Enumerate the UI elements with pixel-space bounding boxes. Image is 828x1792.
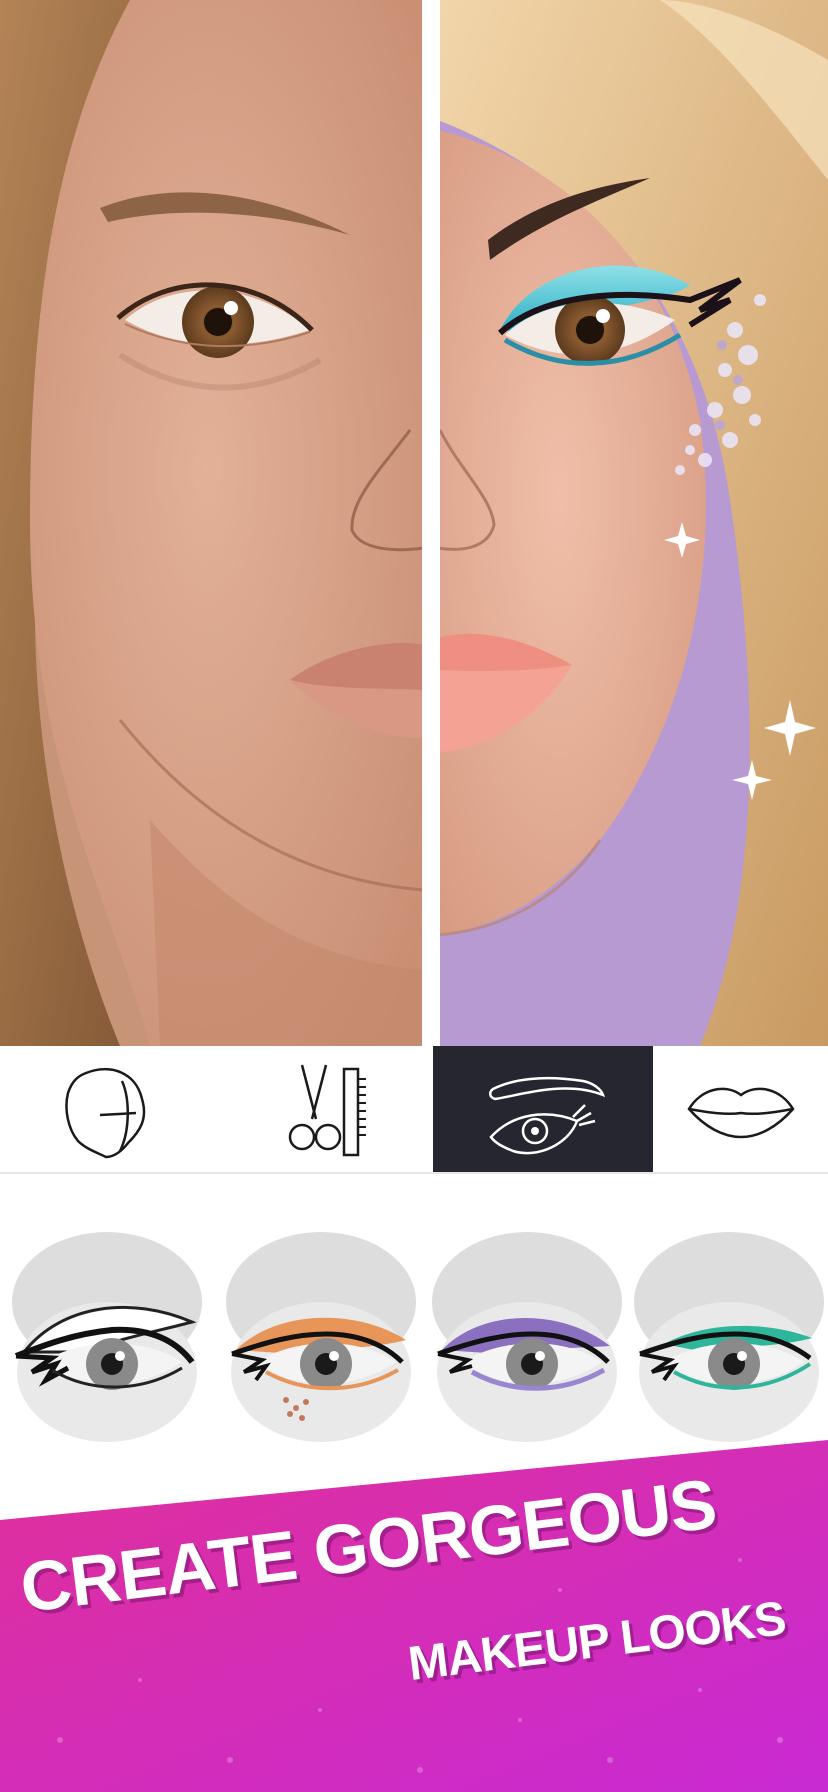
eye-preset-image (634, 1222, 824, 1462)
before-after-face (0, 0, 828, 1046)
tab-face[interactable] (0, 1046, 211, 1172)
face-shape-icon (64, 1068, 145, 1159)
tab-lips[interactable] (653, 1046, 828, 1172)
eye-preset-image (432, 1222, 622, 1462)
scissors-comb-icon (288, 1064, 366, 1157)
preset-purple-glitter[interactable] (432, 1222, 622, 1462)
lips-icon (686, 1087, 795, 1139)
eye-preset-image (12, 1222, 202, 1462)
preset-teal-shadow[interactable] (634, 1222, 824, 1462)
before-after-divider[interactable] (422, 0, 440, 1046)
face-illustration (0, 0, 828, 1046)
eye-brow-icon (489, 1076, 606, 1155)
eye-preset-image (226, 1222, 416, 1462)
preset-orange-glitter[interactable] (226, 1222, 416, 1462)
tab-hair[interactable] (211, 1046, 433, 1172)
promo-banner: CREATE GORGEOUS MAKEUP LOOKS (0, 1440, 828, 1792)
tab-eyes[interactable] (433, 1046, 653, 1172)
preset-winged-liner[interactable] (12, 1222, 202, 1462)
category-tabs (0, 1046, 828, 1174)
